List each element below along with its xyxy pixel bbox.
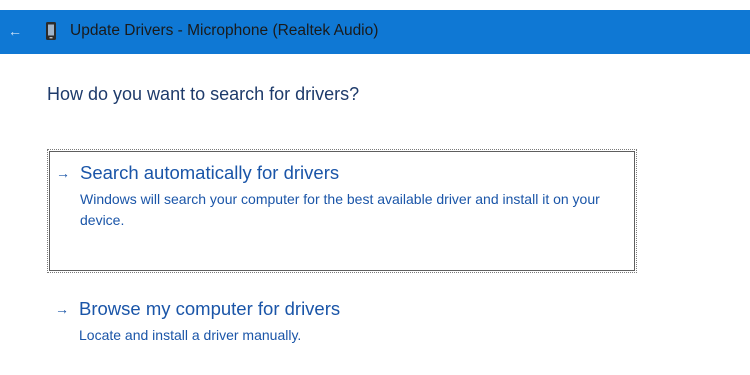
browse-computer-title[interactable]: Browse my computer for drivers xyxy=(79,298,340,320)
device-icon xyxy=(46,22,56,40)
browse-computer-description: Locate and install a driver manually. xyxy=(79,327,302,343)
window-top-edge xyxy=(0,0,750,10)
search-automatically-title[interactable]: Search automatically for drivers xyxy=(80,162,339,184)
browse-computer-option[interactable]: → Browse my computer for drivers Locate … xyxy=(47,288,637,352)
search-automatically-option[interactable]: → Search automatically for drivers Windo… xyxy=(47,149,637,273)
window-title: Update Drivers - Microphone (Realtek Aud… xyxy=(70,22,379,39)
arrow-right-icon: → xyxy=(56,165,70,181)
back-arrow-icon[interactable]: ← xyxy=(2,18,28,44)
arrow-right-icon: → xyxy=(55,301,69,317)
wizard-content: How do you want to search for drivers? →… xyxy=(0,54,750,375)
title-bar: ← Update Drivers - Microphone (Realtek A… xyxy=(0,10,750,54)
search-automatically-description: Windows will search your computer for th… xyxy=(80,191,600,228)
page-heading: How do you want to search for drivers? xyxy=(47,84,360,104)
